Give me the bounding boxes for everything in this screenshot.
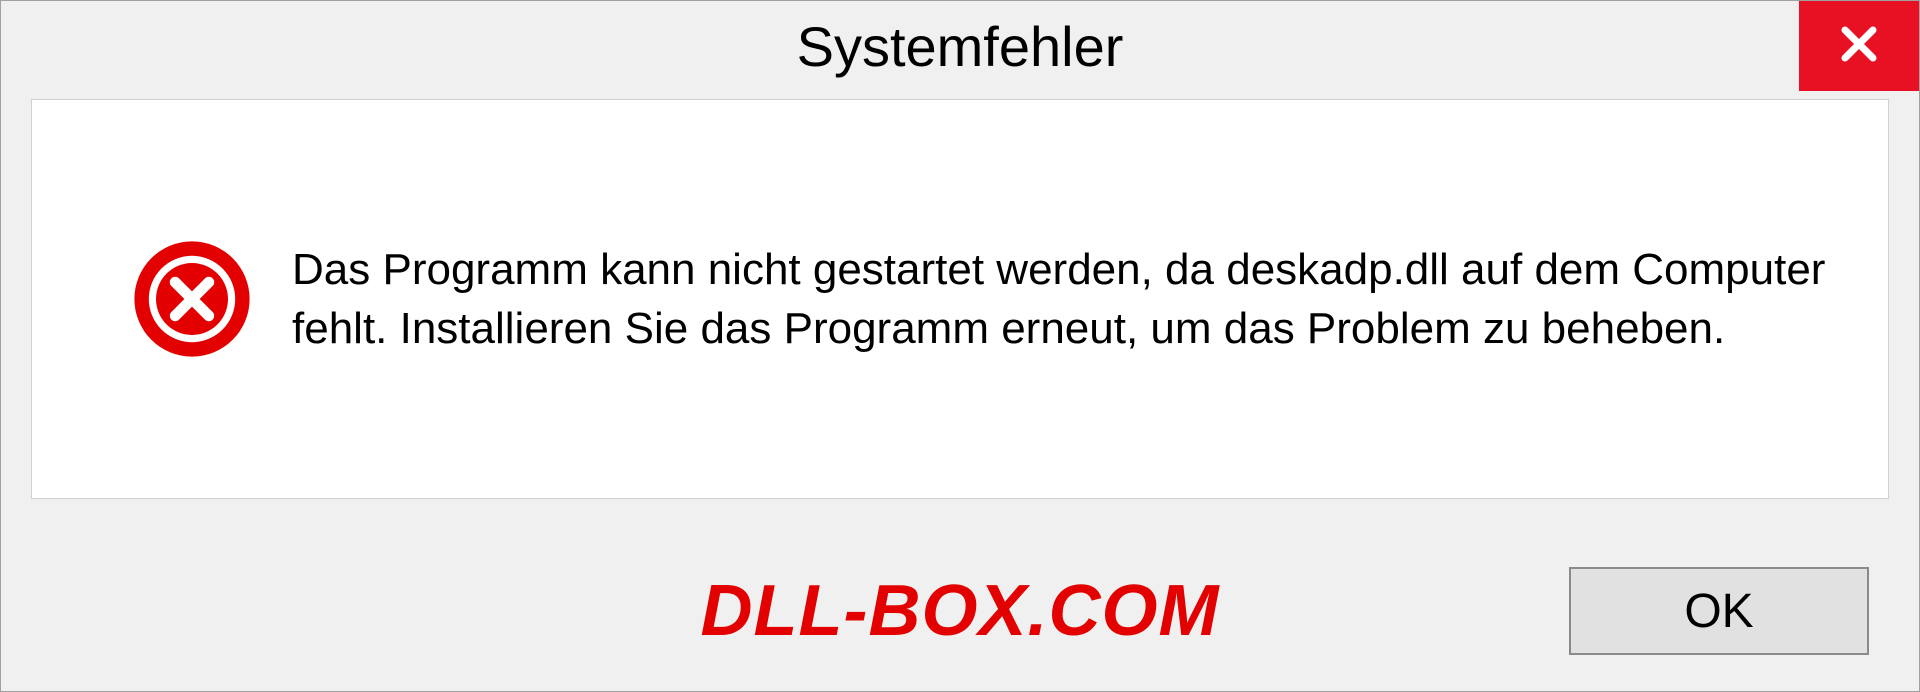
- ok-button[interactable]: OK: [1569, 567, 1869, 655]
- titlebar: Systemfehler: [1, 1, 1919, 91]
- content-panel: Das Programm kann nicht gestartet werden…: [31, 99, 1889, 499]
- close-icon: [1835, 20, 1883, 73]
- error-icon: [132, 239, 252, 359]
- error-message: Das Programm kann nicht gestartet werden…: [292, 240, 1828, 359]
- dialog-footer: DLL-BOX.COM OK: [1, 531, 1919, 691]
- error-dialog: Systemfehler Das Programm kann nicht ges…: [0, 0, 1920, 692]
- watermark-text: DLL-BOX.COM: [701, 570, 1220, 652]
- close-button[interactable]: [1799, 1, 1919, 91]
- dialog-title: Systemfehler: [797, 14, 1124, 79]
